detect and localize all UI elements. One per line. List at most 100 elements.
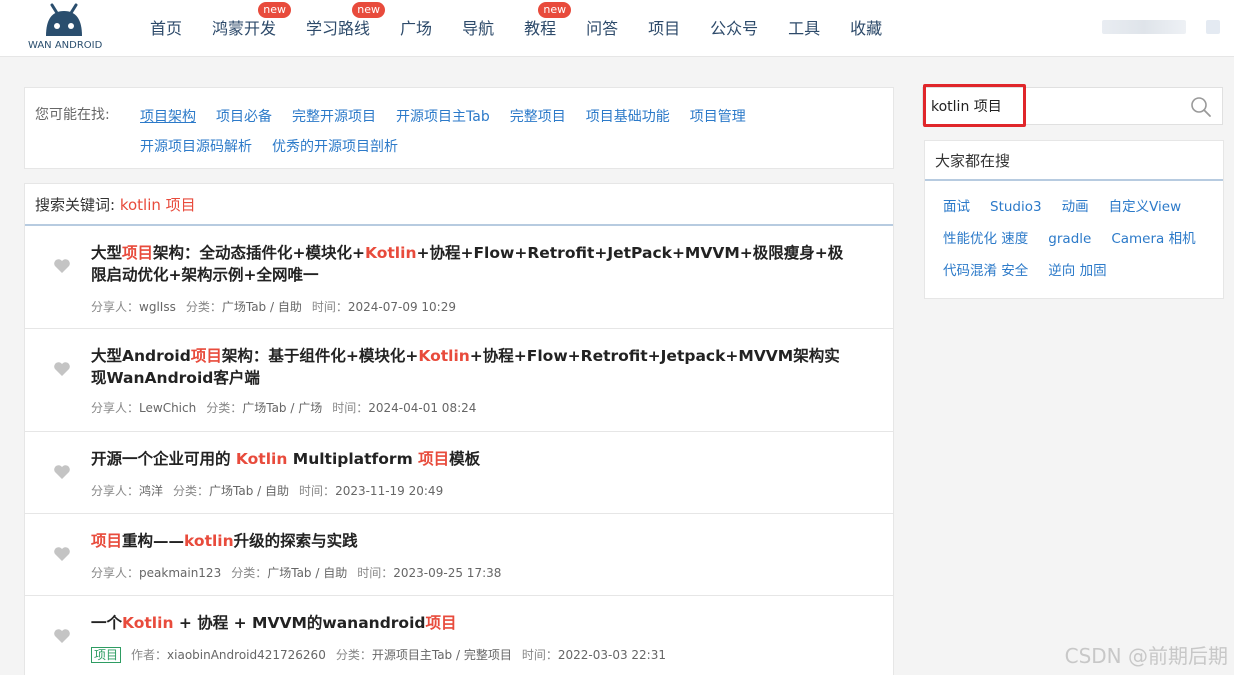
site-logo[interactable]: WAN ANDROID xyxy=(28,2,103,54)
hot-search-row: 面试 Studio3 动画 自定义View xyxy=(943,196,1213,228)
watermark: CSDN @前期后期 xyxy=(1064,644,1228,668)
result-title-link[interactable]: 大型项目架构：全动态插件化+模块化+Kotlin+协程+Flow+Retrofi… xyxy=(91,242,851,286)
heart-icon[interactable] xyxy=(53,628,71,644)
title-text: 升级的探索与实践 xyxy=(233,532,358,550)
suggestion-link[interactable]: 项目管理 xyxy=(690,106,746,128)
meta-time: 2023-11-19 20:49 xyxy=(335,484,444,498)
nav-item-label: 项目 xyxy=(648,19,681,38)
search-icon[interactable] xyxy=(1190,96,1212,118)
hot-search-link[interactable]: 代码混淆 安全 xyxy=(943,260,1028,292)
meta-category[interactable]: 开源项目主Tab / 完整项目 xyxy=(372,648,512,662)
nav-item-label: 学习路线 xyxy=(306,19,371,38)
top-header: WAN ANDROID 首页 鸿蒙开发 new 学习路线 new 广场 导航 教程 new 问答项… xyxy=(0,0,1234,57)
title-highlight: 项目 xyxy=(122,244,154,262)
result-item: 项目重构——kotlin升级的探索与实践分享人：peakmain123 分类：广场… xyxy=(25,514,893,596)
suggestion-link[interactable]: 项目基础功能 xyxy=(586,106,670,128)
heart-icon[interactable] xyxy=(53,464,71,480)
result-meta: 分享人：LewChich 分类：广场Tab / 广场 时间：2024-04-01 0… xyxy=(91,399,486,416)
meta-author[interactable]: LewChich xyxy=(139,401,196,415)
nav-item-0[interactable]: 首页 xyxy=(135,0,197,57)
user-info-blurred[interactable] xyxy=(1102,20,1186,34)
suggestion-link[interactable]: 优秀的开源项目剖析 xyxy=(272,136,398,158)
hot-search-link[interactable]: gradle xyxy=(1048,228,1091,260)
hot-search-link[interactable]: 逆向 加固 xyxy=(1048,260,1106,292)
android-logo-icon xyxy=(46,3,82,36)
nav-item-6[interactable]: 问答 xyxy=(571,0,633,57)
result-title-link[interactable]: 开源一个企业可用的 Kotlin Multiplatform 项目模板 xyxy=(91,448,851,470)
meta-category[interactable]: 广场Tab / 自助 xyxy=(209,484,289,498)
hot-search-title: 大家都在搜 xyxy=(925,141,1223,181)
meta-category-label: 分类： xyxy=(185,300,222,314)
heart-icon[interactable] xyxy=(53,546,71,562)
hot-search-link[interactable]: 面试 xyxy=(943,196,970,228)
suggestion-link[interactable]: 完整项目 xyxy=(510,106,566,128)
nav-item-label: 鸿蒙开发 xyxy=(212,19,277,38)
meta-time-label: 时间： xyxy=(332,401,369,415)
new-badge: new xyxy=(538,2,572,18)
suggestion-link[interactable]: 项目架构 xyxy=(140,106,196,128)
hot-search-row: 性能优化 速度 gradle Camera 相机 xyxy=(943,228,1213,260)
meta-time-label: 时间： xyxy=(357,566,394,580)
nav-item-label: 工具 xyxy=(788,19,821,38)
suggestion-link[interactable]: 开源项目主Tab xyxy=(396,106,490,128)
project-tag[interactable]: 项目 xyxy=(91,647,122,663)
hot-search-panel: 大家都在搜 面试 Studio3 动画 自定义View 性能优化 速度 gradle Cam… xyxy=(924,140,1224,299)
nav-item-label: 公众号 xyxy=(710,19,759,38)
user-avatar-blurred[interactable] xyxy=(1206,20,1220,34)
suggestion-link[interactable]: 开源项目源码解析 xyxy=(140,136,252,158)
meta-author-label: 分享人： xyxy=(91,566,140,580)
title-text: 架构：基于组件化+模块化+ xyxy=(221,347,419,365)
nav-item-label: 广场 xyxy=(400,19,433,38)
nav-item-8[interactable]: 公众号 xyxy=(695,0,773,57)
nav-item-3[interactable]: 广场 xyxy=(385,0,447,57)
suggestion-link[interactable]: 完整开源项目 xyxy=(292,106,376,128)
title-text: 开源一个企业可用的 xyxy=(91,450,236,468)
result-item: 开源一个企业可用的 Kotlin Multiplatform 项目模板分享人：鸿… xyxy=(25,432,893,514)
nav-item-5[interactable]: 教程 new xyxy=(509,0,572,57)
meta-category[interactable]: 广场Tab / 自助 xyxy=(267,566,347,580)
meta-author[interactable]: wglIss xyxy=(139,300,176,314)
title-highlight: 项目 xyxy=(418,450,450,468)
nav-item-4[interactable]: 导航 xyxy=(447,0,509,57)
new-badge: new xyxy=(258,2,292,18)
nav-item-label: 教程 xyxy=(524,19,557,38)
meta-author[interactable]: 鸿洋 xyxy=(139,484,163,498)
title-highlight: Kotlin xyxy=(122,614,174,632)
nav-item-2[interactable]: 学习路线 new xyxy=(291,0,386,57)
nav-item-label: 首页 xyxy=(150,19,183,38)
heart-icon[interactable] xyxy=(53,361,71,377)
meta-time-label: 时间： xyxy=(311,300,348,314)
title-text: + 协程 + MVVM的wanandroid xyxy=(173,614,426,632)
result-title-link[interactable]: 项目重构——kotlin升级的探索与实践 xyxy=(91,530,851,552)
hot-search-link[interactable]: 自定义View xyxy=(1109,196,1182,228)
meta-category[interactable]: 广场Tab / 广场 xyxy=(242,401,322,415)
suggestion-link[interactable]: 项目必备 xyxy=(216,106,272,128)
meta-author[interactable]: peakmain123 xyxy=(139,566,221,580)
result-meta: 分享人：鸿洋 分类：广场Tab / 自助 时间：2023-11-19 20:49 xyxy=(91,482,453,499)
meta-author[interactable]: xiaobinAndroid421726260 xyxy=(167,648,326,662)
meta-time: 2022-03-03 22:31 xyxy=(557,648,666,662)
nav-item-10[interactable]: 收藏 xyxy=(835,0,897,57)
title-highlight: 项目 xyxy=(190,347,222,365)
nav-item-7[interactable]: 项目 xyxy=(633,0,695,57)
result-meta: 分享人：peakmain123 分类：广场Tab / 自助 时间：2023-09-2… xyxy=(91,564,511,581)
result-title-link[interactable]: 一个Kotlin + 协程 + MVVM的wanandroid项目 xyxy=(91,612,851,634)
hot-search-link[interactable]: Camera 相机 xyxy=(1111,228,1195,260)
nav-item-label: 问答 xyxy=(586,19,619,38)
title-highlight: 项目 xyxy=(91,532,123,550)
hot-search-link[interactable]: 动画 xyxy=(1062,196,1089,228)
nav-item-9[interactable]: 工具 xyxy=(773,0,835,57)
meta-category[interactable]: 广场Tab / 自助 xyxy=(222,300,302,314)
suggestion-panel: 您可能在找: 项目架构 项目必备 完整开源项目 开源项目主Tab 完整项目 项目基础功能项… xyxy=(24,87,894,169)
logo-text: WAN ANDROID xyxy=(28,40,103,51)
result-item: 大型Android项目架构：基于组件化+模块化+Kotlin+协程+Flow+R… xyxy=(25,329,893,432)
new-badge: new xyxy=(352,2,386,18)
result-title-link[interactable]: 大型Android项目架构：基于组件化+模块化+Kotlin+协程+Flow+R… xyxy=(91,345,851,389)
search-box xyxy=(922,87,1223,125)
search-results-panel: 搜索关键词: kotlin 项目 大型项目架构：全动态插件化+模块化+Kotli… xyxy=(24,183,894,675)
heart-icon[interactable] xyxy=(53,258,71,274)
hot-search-link[interactable]: Studio3 xyxy=(990,196,1042,228)
nav-item-1[interactable]: 鸿蒙开发 new xyxy=(197,0,292,57)
hot-search-link[interactable]: 性能优化 速度 xyxy=(943,228,1028,260)
search-input[interactable] xyxy=(923,88,1183,124)
